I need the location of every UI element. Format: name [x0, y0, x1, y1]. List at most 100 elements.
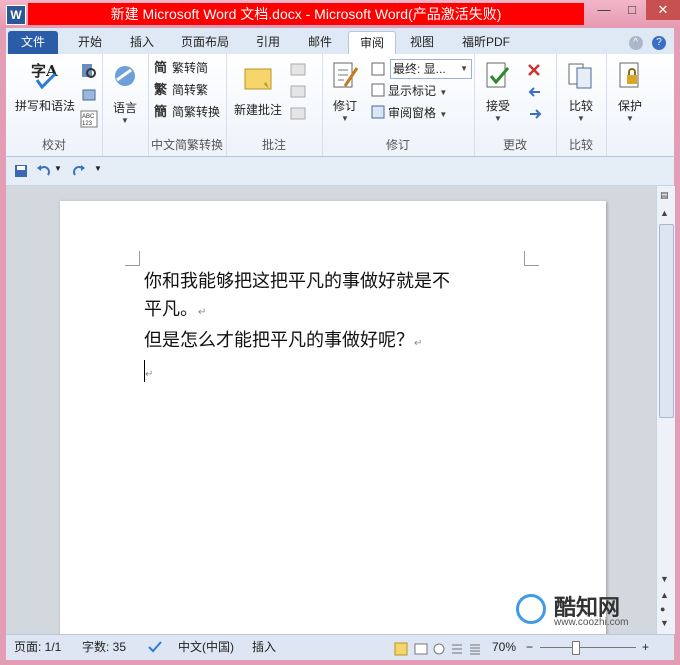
chinese-conversion-label: 中文简繁转换: [150, 138, 223, 152]
previous-change-icon[interactable]: [526, 84, 544, 100]
vertical-scrollbar[interactable]: ▤ ▲ ▼ ▲ ● ▼: [656, 186, 675, 634]
thesaurus-icon[interactable]: [80, 86, 98, 104]
accept-button[interactable]: 接受 ▼: [478, 60, 518, 123]
reject-icon[interactable]: [526, 62, 544, 78]
close-button[interactable]: ✕: [646, 0, 680, 20]
zoom-slider-track[interactable]: [540, 647, 636, 648]
next-comment-icon[interactable]: [290, 106, 308, 122]
track-changes-button[interactable]: 修订 ▼: [326, 60, 364, 123]
proofing-label: 校对: [41, 138, 66, 152]
group-proofing: 字A 拼写和语法 ABC 123 校对: [6, 54, 103, 156]
zoom-slider-thumb[interactable]: [572, 641, 580, 655]
trad-to-simp-button[interactable]: 简繁转简: [154, 58, 208, 78]
tab-mailings[interactable]: 邮件: [300, 31, 340, 54]
previous-comment-icon[interactable]: [290, 84, 308, 100]
zoom-in-button[interactable]: +: [642, 635, 649, 660]
reviewing-pane-button[interactable]: 审阅窗格 ▼: [370, 103, 447, 123]
conversion-icon: 簡: [154, 104, 167, 119]
ribbon-minimize-icon[interactable]: ^: [628, 36, 643, 50]
page-indicator[interactable]: 页面: 1/1: [14, 635, 61, 660]
paragraph-mark: ↵: [414, 338, 423, 349]
document-page[interactable]: 你和我能够把这把平凡的事做好就是不 平凡。↵ 但是怎么才能把平凡的事做好呢？↵ …: [60, 201, 606, 651]
watermark: 酷知网 www.coozhi.com: [512, 586, 662, 630]
undo-dropdown-icon[interactable]: ▼: [54, 164, 62, 173]
zoom-out-button[interactable]: −: [526, 635, 533, 660]
draft-icon[interactable]: [468, 640, 482, 665]
paragraph-mark: ↵: [145, 369, 154, 380]
help-icon[interactable]: ?: [652, 36, 666, 50]
new-comment-button[interactable]: 新建批注: [230, 64, 286, 118]
group-changes: 接受 ▼ 更改: [474, 54, 557, 156]
window-title: 新建 Microsoft Word 文档.docx - Microsoft Wo…: [28, 3, 584, 25]
research-icon[interactable]: [80, 62, 98, 80]
customize-qat-icon[interactable]: ▼: [94, 164, 102, 173]
web-layout-icon[interactable]: [432, 640, 446, 665]
tracking-label: 修订: [385, 138, 410, 152]
scroll-up-icon[interactable]: ▲: [660, 208, 669, 218]
svg-text:字A: 字A: [31, 62, 58, 80]
accept-icon: [486, 62, 510, 88]
delete-comment-icon[interactable]: [290, 62, 308, 78]
svg-text:ABC: ABC: [82, 114, 95, 120]
document-body[interactable]: 你和我能够把这把平凡的事做好就是不 平凡。↵ 但是怎么才能把平凡的事做好呢？↵ …: [144, 268, 544, 389]
document-line-4: ↵: [144, 358, 544, 389]
simp-to-trad-icon: 繁: [154, 82, 168, 97]
trad-to-simp-icon: 简: [154, 60, 167, 75]
spelling-button[interactable]: 字A 拼写和语法: [10, 60, 80, 114]
language-status[interactable]: 中文(中国): [178, 635, 234, 660]
status-bar: 页面: 1/1 字数: 35 中文(中国) 插入 70% − +: [6, 634, 674, 660]
tab-view[interactable]: 视图: [402, 31, 442, 54]
spelling-icon: 字A: [31, 62, 58, 90]
comment-icon: [244, 68, 272, 90]
svg-text:123: 123: [82, 121, 93, 127]
paragraph-mark: ↵: [198, 307, 207, 318]
document-line-1: 你和我能够把这把平凡的事做好就是不: [144, 271, 450, 292]
document-workspace: 你和我能够把这把平凡的事做好就是不 平凡。↵ 但是怎么才能把平凡的事做好呢？↵ …: [6, 186, 656, 651]
tab-home[interactable]: 开始: [70, 31, 110, 54]
proofing-status-icon[interactable]: [146, 639, 164, 664]
compare-button[interactable]: 比较 ▼: [561, 60, 601, 123]
next-change-icon[interactable]: [526, 106, 544, 122]
outline-icon[interactable]: [450, 640, 464, 665]
language-button[interactable]: 语言 ▼: [106, 62, 144, 125]
minimize-button[interactable]: —: [590, 0, 618, 20]
word-count[interactable]: 字数: 35: [82, 635, 126, 660]
group-comments: 新建批注 批注: [226, 54, 323, 156]
reviewing-pane-icon: [371, 105, 385, 119]
ruler-toggle-icon[interactable]: ▤: [660, 190, 669, 201]
tab-review[interactable]: 审阅: [348, 31, 396, 55]
tab-file[interactable]: 文件: [8, 31, 58, 54]
tab-right-icons: ^ ?: [623, 34, 666, 50]
undo-icon[interactable]: [36, 164, 52, 178]
save-icon[interactable]: [14, 164, 28, 178]
svg-text:簡: 簡: [154, 104, 167, 119]
zoom-level[interactable]: 70%: [492, 635, 516, 660]
show-markup-icon: [371, 83, 385, 97]
simp-to-trad-button[interactable]: 繁简转繁: [154, 80, 208, 100]
word-count-icon[interactable]: ABC123: [80, 110, 98, 128]
tab-insert[interactable]: 插入: [122, 31, 162, 54]
crop-mark-top-right: [524, 251, 539, 266]
display-for-review-dropdown[interactable]: 最终: 显... ▼: [390, 59, 472, 79]
language-icon: [115, 66, 135, 86]
word-app-icon[interactable]: W: [6, 5, 26, 25]
show-markup-button[interactable]: 显示标记 ▼: [370, 81, 447, 101]
print-layout-icon[interactable]: [394, 640, 408, 665]
maximize-button[interactable]: □: [618, 0, 646, 20]
redo-icon[interactable]: [72, 164, 86, 178]
insert-mode[interactable]: 插入: [252, 635, 276, 660]
tab-references[interactable]: 引用: [248, 31, 288, 54]
group-tracking: 修订 ▼ 最终: 显... ▼ 显示标记 ▼ 审阅窗格 ▼ 修订: [322, 54, 475, 156]
scrollbar-thumb[interactable]: [659, 224, 674, 418]
full-screen-reading-icon[interactable]: [414, 640, 428, 665]
compare-label: 比较: [568, 138, 593, 152]
tab-page-layout[interactable]: 页面布局: [174, 31, 236, 54]
track-changes-icon: [333, 62, 359, 88]
group-language: 语言 ▼: [102, 54, 149, 156]
app-window: W 新建 Microsoft Word 文档.docx - Microsoft …: [0, 0, 680, 665]
tab-foxit-pdf[interactable]: 福昕PDF: [454, 31, 518, 54]
scroll-down-icon[interactable]: ▼: [660, 574, 669, 584]
watermark-url: www.coozhi.com: [554, 617, 629, 628]
protect-button[interactable]: 保护 ▼: [610, 60, 650, 123]
conversion-button[interactable]: 簡简繁转换: [154, 102, 220, 122]
